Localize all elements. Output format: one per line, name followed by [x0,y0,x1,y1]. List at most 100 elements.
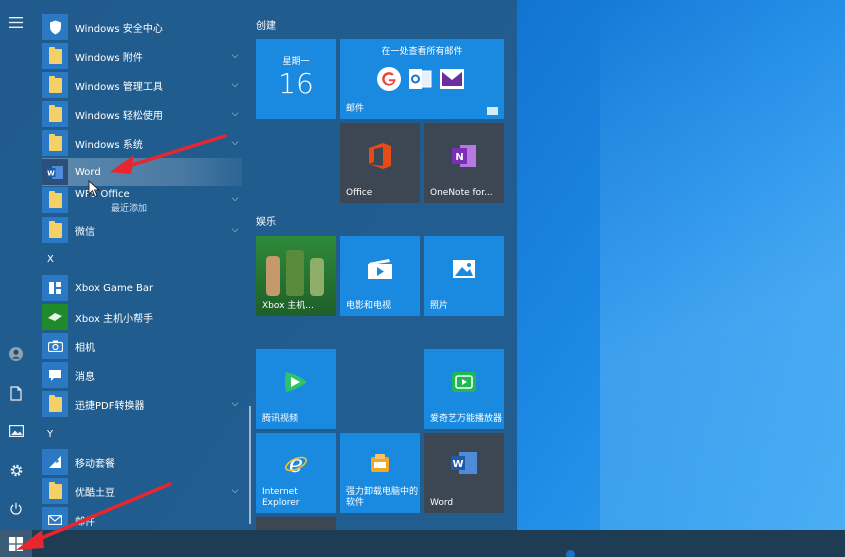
app-label: WPS Office [75,189,130,200]
app-item-messaging[interactable]: 消息 [42,362,242,388]
app-item-xbox-game-bar[interactable]: Xbox Game Bar [42,275,242,301]
character-figure [310,258,324,296]
tile-office[interactable]: Office [340,123,420,203]
app-item-camera[interactable]: 相机 [42,333,242,359]
chevron-down-icon: ⌵ [231,51,239,61]
app-folder-windows-accessories[interactable]: Windows 附件 ⌵ [42,43,242,69]
hamburger-icon[interactable] [0,6,32,38]
folder-icon [42,130,68,156]
app-label: Windows 轻松使用 [75,110,163,122]
tile-mail[interactable]: 在一处查看所有邮件 邮件 [340,39,504,119]
onenote-icon: N [451,144,477,172]
word-icon: W [42,159,68,185]
recently-added-badge: 最近添加 [111,204,148,214]
chevron-down-icon: ⌵ [231,225,239,235]
ie-icon: e [284,450,308,479]
google-icon [377,67,401,91]
app-list: Windows 安全中心 Windows 附件 ⌵ Windows 管理工具 ⌵… [32,0,242,530]
app-item-windows-security[interactable]: Windows 安全中心 [42,14,242,40]
folder-icon [42,72,68,98]
windows-logo-icon [9,536,23,551]
app-label: 移动套餐 [75,458,115,470]
group-title-create[interactable]: 创建 [256,17,276,32]
chevron-down-icon: ⌵ [231,194,239,204]
app-folder-youku[interactable]: 优酷土豆 ⌵ [42,478,242,504]
character-figure [286,250,304,296]
tile-partial[interactable] [256,517,336,530]
tile-iqiyi[interactable]: 爱奇艺万能播放器 [424,349,504,429]
app-label: Word [75,166,101,178]
app-item-word[interactable]: W Word [42,158,242,186]
tile-label: Xbox 主机... [262,301,314,311]
app-item-mail[interactable]: 邮件 [42,507,242,530]
svg-text:W: W [47,169,55,177]
app-label: Xbox Game Bar [75,282,154,294]
folder-icon [42,217,68,243]
letter-header-x[interactable]: X [47,254,54,265]
tile-word[interactable]: W Word [424,433,504,513]
letter-header-y[interactable]: Y [47,429,53,440]
tile-tencent-video[interactable]: 腾讯视频 [256,349,336,429]
tile-xbox[interactable]: Xbox 主机... [256,236,336,316]
chevron-down-icon: ⌵ [231,399,239,409]
app-label: 迅捷PDF转换器 [75,400,145,412]
word-icon: W [450,451,478,479]
start-button[interactable] [0,530,32,557]
picture-icon[interactable] [0,415,32,447]
app-label: 邮件 [75,516,95,528]
mail-icon [42,507,68,530]
start-menu: Windows 安全中心 Windows 附件 ⌵ Windows 管理工具 ⌵… [0,0,517,530]
app-folder-pdf-converter[interactable]: 迅捷PDF转换器 ⌵ [42,391,242,417]
svg-text:W: W [452,459,463,470]
folder-icon [42,391,68,417]
outlook-icon [408,68,432,90]
tile-uninstaller[interactable]: 强力卸载电脑中的软件 [340,433,420,513]
calendar-date: 16 [278,67,314,100]
character-figure [266,256,280,296]
user-icon[interactable] [0,338,32,370]
start-rail [0,0,32,530]
tencent-video-icon [283,370,309,398]
app-label: Windows 管理工具 [75,81,163,93]
film-icon [367,258,393,284]
power-icon[interactable] [0,493,32,525]
svg-text:N: N [455,152,463,163]
app-folder-windows-ease-of-access[interactable]: Windows 轻松使用 ⌵ [42,101,242,127]
camera-icon [42,333,68,359]
app-label: 优酷土豆 [75,487,115,499]
taskbar [0,530,845,557]
xbox-console-icon [42,304,68,330]
tile-label: OneNote for... [430,188,493,198]
folder-icon [42,101,68,127]
app-folder-wechat[interactable]: 微信 ⌵ [42,217,242,243]
chevron-down-icon: ⌵ [231,109,239,119]
tile-onenote[interactable]: N OneNote for... [424,123,504,203]
tile-label: 邮件 [346,104,365,114]
chevron-down-icon: ⌵ [231,138,239,148]
document-icon[interactable] [0,377,32,409]
mobile-plans-icon [42,449,68,475]
tile-label: 爱奇艺万能播放器 [430,414,503,424]
app-folder-windows-admin-tools[interactable]: Windows 管理工具 ⌵ [42,72,242,98]
folder-icon [42,187,68,213]
tile-label: Word [430,498,454,508]
app-label: 相机 [75,342,95,354]
office-icon [367,142,393,174]
yahoo-mail-icon [440,69,464,89]
app-label: Xbox 主机小帮手 [75,313,154,325]
mail-header: 在一处查看所有邮件 [381,47,463,57]
app-folder-windows-system[interactable]: Windows 系统 ⌵ [42,130,242,156]
taskbar-indicator [566,550,575,557]
gear-icon[interactable] [0,454,32,486]
group-title-entertainment[interactable]: 娱乐 [256,213,276,228]
tile-calendar[interactable]: 星期一 16 [256,39,336,119]
tile-internet-explorer[interactable]: e Internet Explorer [256,433,336,513]
app-item-mobile-plans[interactable]: 移动套餐 [42,449,242,475]
tile-label: 腾讯视频 [262,414,299,424]
app-item-xbox-companion[interactable]: Xbox 主机小帮手 [42,304,242,330]
folder-icon [42,478,68,504]
tile-label: 照片 [430,301,449,311]
tile-photos[interactable]: 照片 [424,236,504,316]
tile-movies-tv[interactable]: 电影和电视 [340,236,420,316]
tile-area: 创建 星期一 16 在一处查看所有邮件 邮件 Office N OneNote … [250,0,517,530]
